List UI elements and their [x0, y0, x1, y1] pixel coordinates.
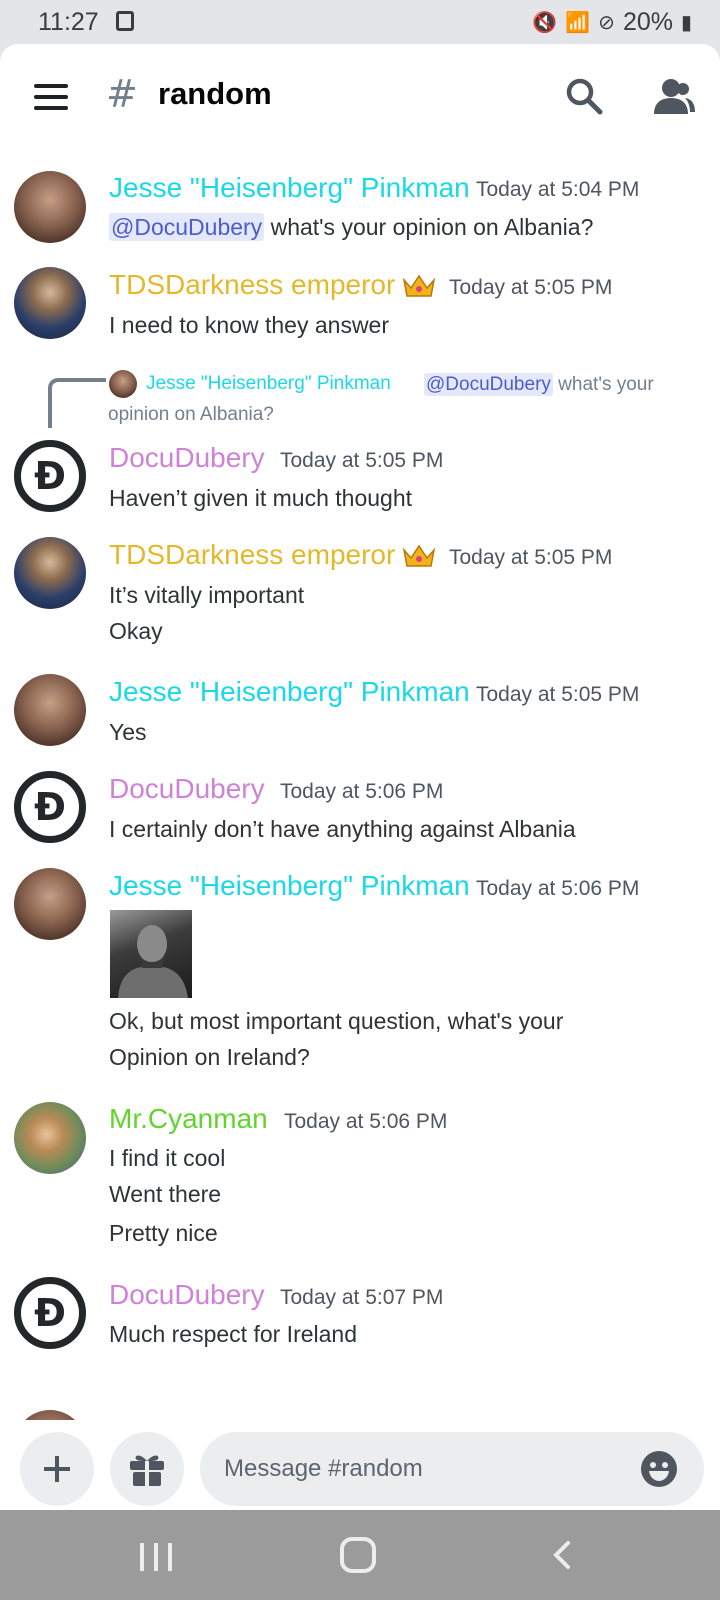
message-content: Okay — [109, 618, 163, 644]
message-content: Haven’t given it much thought — [109, 485, 413, 511]
system-nav-bar — [0, 1510, 720, 1600]
avatar[interactable] — [14, 171, 86, 243]
avatar[interactable] — [14, 868, 86, 940]
message-content: Yes — [109, 719, 147, 745]
message-author[interactable]: DocuDubery — [109, 442, 265, 474]
hash-icon: # — [106, 72, 138, 116]
nav-back-icon[interactable] — [548, 1540, 578, 1570]
menu-icon[interactable] — [34, 84, 68, 110]
message-timestamp: Today at 5:05 PM — [476, 683, 640, 706]
download-indicator-icon — [116, 11, 134, 31]
attach-button[interactable] — [20, 1432, 94, 1506]
message-timestamp: Today at 5:06 PM — [476, 877, 640, 900]
reply-preview[interactable]: @DocuDubery what's your opinion on Alban… — [108, 370, 688, 430]
message-author[interactable]: TDSDarkness emperor — [109, 269, 395, 301]
message-composer — [0, 1420, 720, 1510]
avatar[interactable] — [14, 1102, 86, 1174]
message-author[interactable]: Jesse "Heisenberg" Pinkman — [109, 676, 470, 708]
channel-title: random — [158, 76, 272, 111]
message-content: @DocuDubery what's your opinion on Alban… — [109, 213, 594, 241]
message-timestamp: Today at 5:06 PM — [284, 1110, 448, 1133]
message-author[interactable]: DocuDubery — [109, 773, 265, 805]
message-content: Went there — [109, 1181, 222, 1207]
message-content: I need to know they answer — [109, 312, 389, 338]
search-icon[interactable] — [564, 76, 604, 116]
message-author[interactable]: Jesse "Heisenberg" Pinkman — [109, 172, 470, 204]
status-icons: 🔇 📶 ⊘ 20% ▮ — [532, 8, 692, 37]
battery-icon: ▮ — [680, 12, 692, 34]
message-timestamp: Today at 5:05 PM — [449, 276, 613, 299]
nav-recent-icon[interactable] — [140, 1543, 172, 1571]
gift-icon — [130, 1455, 164, 1486]
message-timestamp: Today at 5:04 PM — [476, 178, 640, 201]
status-bar: 11:27 🔇 📶 ⊘ 20% ▮ — [0, 0, 720, 44]
message-content: Ok, but most important question, what's … — [109, 1008, 564, 1034]
message-author[interactable]: Jesse "Heisenberg" Pinkman — [109, 870, 470, 902]
nav-home-icon[interactable] — [340, 1537, 376, 1573]
message-content: I certainly don’t have anything against … — [109, 816, 576, 842]
avatar[interactable] — [14, 537, 86, 609]
message-content: Opinion on Ireland? — [109, 1044, 310, 1070]
message-input[interactable] — [200, 1432, 704, 1506]
message-author[interactable]: TDSDarkness emperor — [109, 539, 395, 571]
crown-icon — [402, 274, 436, 297]
mute-icon: 🔇 — [532, 12, 558, 34]
avatar[interactable]: Ð — [14, 771, 86, 843]
message-timestamp: Today at 5:06 PM — [280, 780, 444, 803]
message-timestamp: Today at 5:05 PM — [449, 546, 613, 569]
message-content: I find it cool — [109, 1145, 226, 1171]
crown-icon — [402, 544, 436, 567]
plus-icon — [44, 1456, 70, 1482]
message-author[interactable]: Mr.Cyanman — [109, 1103, 268, 1135]
battery-percent: 20% — [622, 8, 673, 36]
avatar[interactable]: Ð — [14, 440, 86, 512]
message-list[interactable]: Jesse "Heisenberg" Pinkman Today at 5:04… — [0, 148, 720, 1420]
dnd-icon: ⊘ — [598, 12, 615, 34]
message-author[interactable]: DocuDubery — [109, 1279, 265, 1311]
emoji-icon[interactable] — [640, 1450, 678, 1488]
avatar[interactable] — [14, 267, 86, 339]
channel-header: # random — [0, 44, 720, 148]
user-mention[interactable]: @DocuDubery — [109, 213, 265, 241]
members-icon[interactable] — [652, 76, 696, 116]
message-content: It’s vitally important — [109, 582, 305, 608]
avatar[interactable] — [14, 674, 86, 746]
message-timestamp: Today at 5:07 PM — [280, 1286, 444, 1309]
channel-view: # random Jesse "Heisenberg" Pinkman Toda… — [0, 44, 720, 1510]
message-content: Pretty nice — [109, 1220, 218, 1246]
avatar[interactable] — [14, 1410, 86, 1420]
avatar[interactable]: Ð — [14, 1277, 86, 1349]
wifi-icon: 📶 — [565, 12, 591, 34]
status-time: 11:27 — [38, 8, 99, 36]
gift-button[interactable] — [110, 1432, 184, 1506]
message-content: Much respect for Ireland — [109, 1321, 358, 1347]
image-attachment[interactable] — [110, 910, 192, 998]
message-timestamp: Today at 5:05 PM — [280, 449, 444, 472]
reply-connector — [48, 378, 106, 428]
